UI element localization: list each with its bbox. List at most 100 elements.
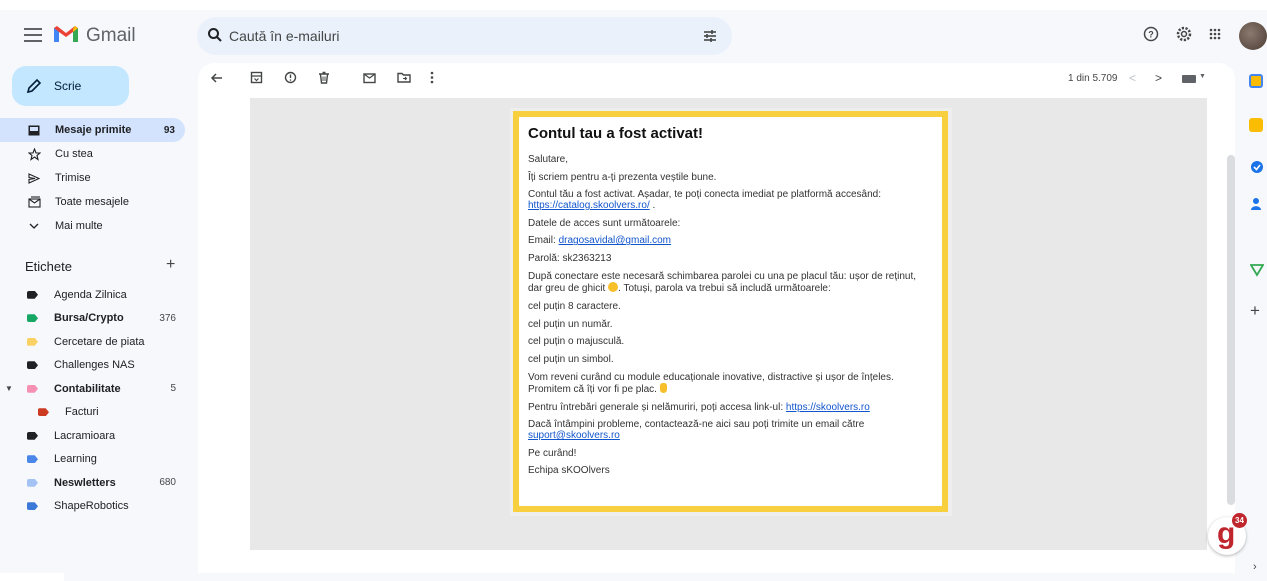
label-name: Contabilitate [54,382,121,395]
label-count: 680 [159,477,176,489]
tasks-icon[interactable] [1250,160,1264,174]
label-item[interactable]: Lacramioara [0,424,190,448]
sidebar-item-label: Trimise [55,172,91,184]
sidebar-item-sent[interactable]: Trimise [0,166,190,190]
label-name: Agenda Zilnica [54,288,127,301]
addon-icon[interactable] [1250,263,1264,277]
search-bar[interactable] [197,17,732,55]
calendar-icon[interactable] [1249,74,1263,88]
search-input[interactable] [229,26,649,46]
top-bar: Gmail ? [0,10,1267,64]
label-item[interactable]: Learning [0,448,190,472]
password-value: sk2363213 [562,252,612,264]
email-text: Contul tău a fost activat. Așadar, te po… [528,189,881,201]
label-item[interactable]: Agenda Zilnica [0,283,190,307]
catalog-link[interactable]: https://catalog.skoolvers.ro/ [528,200,650,211]
gear-icon[interactable] [1175,25,1193,43]
label-item[interactable]: Neswletters 680 [0,471,190,495]
email-text: Pentru întrebări generale și nelămuriri,… [528,401,784,413]
label-item[interactable]: Cercetare de piata [0,330,190,354]
label-name: Lacramioara [54,429,116,442]
label-tag-icon [38,408,49,417]
search-icon[interactable] [207,27,223,43]
label-tag-icon [27,478,38,487]
more-options-icon[interactable] [430,71,434,84]
add-label-icon[interactable]: + [166,256,175,274]
email-paragraph: Pentru întrebări generale și nelămuriri,… [528,401,933,414]
email-paragraph: Email: dragosavidal@gmail.com [528,236,933,247]
chevron-right-icon[interactable]: › [1253,561,1257,573]
sidebar-nav: Mesaje primite 93 Cu stea Trimise Toate … [0,118,190,238]
collapse-caret-icon[interactable]: ▼ [5,384,13,393]
label-item[interactable]: ShapeRobotics [0,495,190,519]
contacts-icon[interactable] [1250,197,1262,211]
star-icon [27,147,41,161]
email-line: Îți scriem pentru a-ți prezenta veștile … [528,171,717,183]
back-arrow-icon[interactable] [210,71,224,85]
svg-text:?: ? [1148,30,1154,40]
label-tag-icon [27,502,38,511]
help-icon[interactable]: ? [1143,26,1159,42]
label-tag-icon [27,361,38,370]
requirement-item: cel puțin un simbol. [528,353,614,365]
report-spam-icon[interactable] [284,71,297,84]
compose-label: Scrie [54,79,82,93]
label-item[interactable]: Challenges NAS [0,354,190,378]
mark-unread-icon[interactable] [363,71,377,84]
fingers-crossed-emoji-icon [659,383,667,394]
extension-badge[interactable]: g 34 [1208,513,1247,555]
keep-icon[interactable] [1249,118,1263,132]
email-line: Pe curând! [528,447,577,459]
sidebar-item-all-mail[interactable]: Toate mesajele [0,190,190,214]
label-item[interactable]: Facturi [0,401,190,425]
label-count: 5 [170,383,176,395]
requirement-item: cel puțin 8 caractere. [528,300,621,312]
label-tag-icon [27,431,38,440]
email-address-link[interactable]: dragosavidal@gmail.com [559,235,671,247]
move-to-icon[interactable] [397,71,411,84]
chevron-down-icon [27,219,41,233]
unread-count: 93 [163,124,175,136]
email-text: Vom reveni curând cu module educaționale… [528,371,894,396]
pagination-text: 1 din 5.709 [1068,73,1118,84]
send-icon [27,171,41,185]
email-text: Dacă întâmpini probleme, contactează-ne … [528,419,865,431]
email-paragraph: După conectare este necesară schimbarea … [528,271,933,295]
site-link[interactable]: https://skoolvers.ro [786,402,870,413]
label-name: Learning [54,453,97,466]
scrollbar[interactable] [1227,155,1235,505]
archive-icon[interactable] [250,71,263,84]
requirement-item: cel puțin un număr. [528,318,613,330]
email-greeting: Salutare, [528,154,569,165]
label-name: Challenges NAS [54,359,135,372]
extension-count: 34 [1232,513,1247,528]
chevron-left-icon[interactable]: < [1129,71,1136,85]
label-item[interactable]: Bursa/Crypto 376 [0,307,190,331]
chevron-right-icon[interactable]: > [1155,71,1162,85]
labels-heading: Etichete [25,259,72,274]
apps-grid-icon[interactable] [1209,28,1221,40]
email-paragraph: Contul tău a fost activat. Așadar, te po… [528,189,881,211]
keyboard-icon[interactable] [1182,75,1196,83]
compose-button[interactable]: Scrie [12,66,129,106]
label-name: Cercetare de piata [54,335,145,348]
label-tag-icon [27,455,38,464]
sidebar-item-starred[interactable]: Cu stea [0,142,190,166]
label-name: Neswletters [54,476,116,489]
label-item[interactable]: ▼ Contabilitate 5 [0,377,190,401]
bottom-strip [0,573,64,581]
email-title: Contul tau a fost activat! [528,125,704,142]
caret-down-icon[interactable]: ▼ [1199,73,1206,80]
gmail-logo-icon[interactable] [54,23,78,45]
add-addon-icon[interactable]: + [1250,301,1260,321]
main-menu-icon[interactable] [24,28,42,42]
account-avatar[interactable] [1239,22,1267,50]
email-paragraph: Vom reveni curând cu module educaționale… [528,371,933,396]
inbox-icon [27,123,41,137]
sidebar-item-inbox[interactable]: Mesaje primite 93 [0,118,185,142]
support-email-link[interactable]: suport@skoolvers.ro [528,430,620,441]
email-line: Datele de acces sunt următoarele: [528,217,681,229]
sidebar-item-more[interactable]: Mai multe [0,214,190,238]
search-options-icon[interactable] [702,28,718,44]
delete-icon[interactable] [318,71,330,84]
